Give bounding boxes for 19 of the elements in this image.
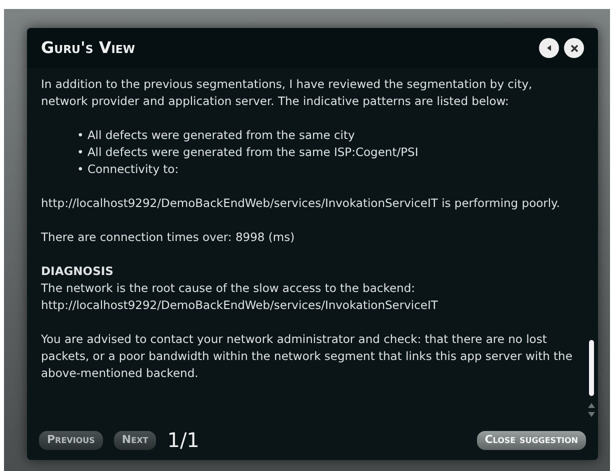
scrollbar-thumb[interactable]	[588, 340, 594, 396]
next-button[interactable]: Next	[114, 430, 156, 450]
body-paragraph: http://localhost9292/DemoBackEndWeb/services/InvokationServiceIT is performing poorly.	[41, 195, 561, 212]
window-title: Guru's View	[41, 37, 135, 59]
advice-text: You are advised to contact your network administrator and check: that there are no lost packets, or a poor bandwidth within the network segment that links this app server with the above-mentioned backend.	[41, 331, 574, 382]
page-counter: 1/1	[167, 427, 200, 454]
diagnosis-line: The network is the root cause of the slow access to the backend:	[41, 280, 416, 297]
close-icon[interactable]	[564, 38, 584, 58]
scroll-arrows-icon[interactable]	[588, 402, 594, 418]
intro-text: In addition to the previous segmentations, I have reviewed the segmentation by city, network provider and application server. The indicative patterns are listed below:	[41, 76, 534, 110]
body-paragraph: There are connection times over: 8998 (ms)	[41, 229, 296, 246]
close-suggestion-button[interactable]: Close suggestion	[476, 430, 586, 450]
back-icon[interactable]	[539, 38, 559, 58]
bullet-item: • Connectivity to:	[77, 161, 180, 178]
diagnosis-line: http://localhost9292/DemoBackEndWeb/services/InvokationServiceIT	[41, 297, 439, 314]
previous-button[interactable]: Previous	[39, 430, 103, 450]
section-heading: DIAGNOSIS	[41, 263, 114, 280]
bullet-item: • All defects were generated from the same ISP:Cogent/PSI	[77, 144, 420, 161]
bullet-item: • All defects were generated from the same city	[77, 127, 356, 144]
